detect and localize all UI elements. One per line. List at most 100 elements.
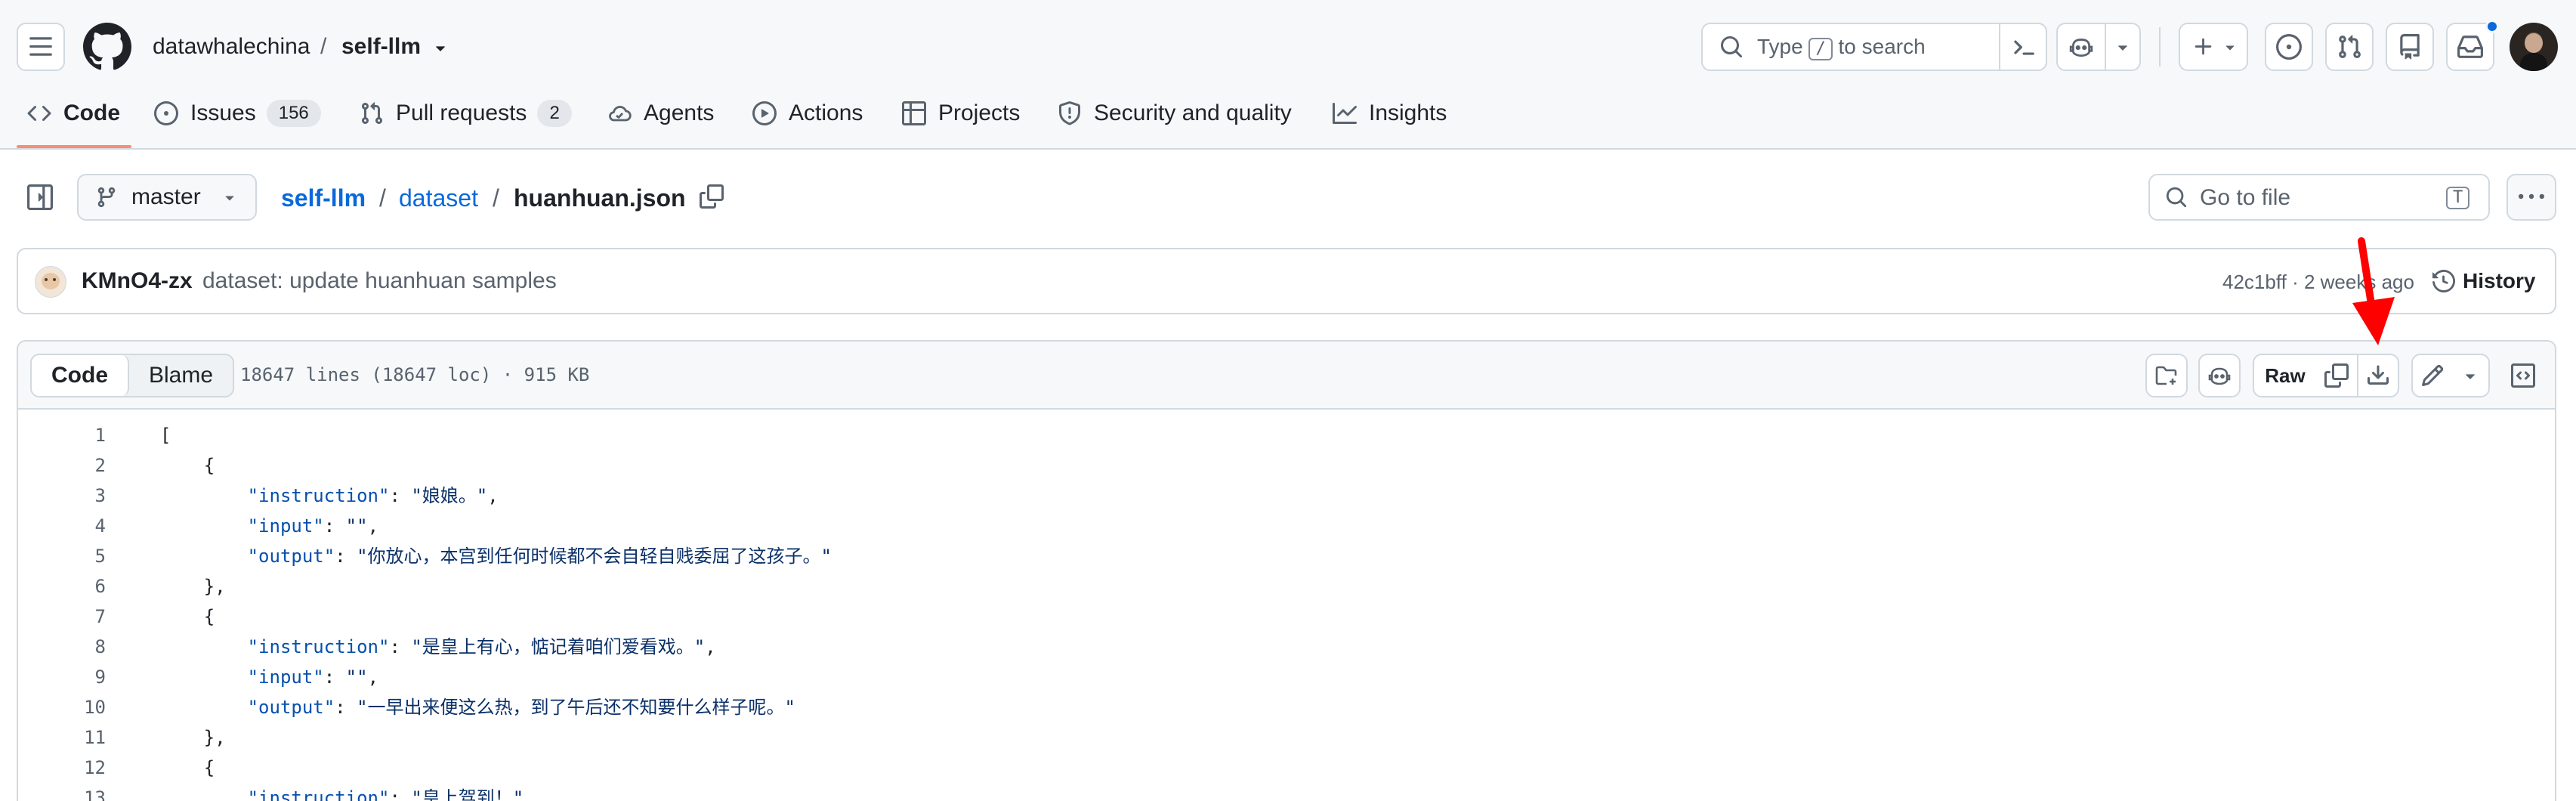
code-line: 12 { [18, 753, 2555, 783]
menu-button[interactable] [17, 23, 65, 71]
copy-raw-content-button[interactable] [2316, 354, 2358, 397]
agent-cloud-icon [607, 101, 632, 125]
breadcrumb-separator: / [379, 184, 386, 212]
line-number[interactable]: 9 [18, 662, 106, 692]
go-to-file-placeholder: Go to file [2200, 185, 2291, 210]
notification-dot [2485, 20, 2499, 33]
line-number[interactable]: 2 [18, 450, 106, 481]
search-shortcut-key: / [1808, 38, 1833, 60]
play-circle-icon [752, 101, 777, 125]
line-content: }, [160, 576, 226, 597]
tab-agents[interactable]: Agents [607, 94, 714, 133]
json-string-value: "娘娘。" [411, 485, 488, 506]
line-number[interactable]: 10 [18, 692, 106, 722]
sidebar-expand-icon[interactable] [27, 184, 53, 210]
tab-projects[interactable]: Projects [902, 94, 1020, 133]
json-string-value: "皇上驾到！" [411, 787, 524, 801]
tab-actions[interactable]: Actions [752, 94, 863, 133]
git-pull-request-icon [2337, 34, 2362, 60]
copy-path-icon[interactable] [700, 184, 724, 209]
go-to-file-input[interactable]: Go to file T [2148, 174, 2490, 221]
copy-icon [2324, 363, 2349, 388]
line-number[interactable]: 6 [18, 571, 106, 602]
symbols-panel-button[interactable] [2502, 354, 2544, 397]
pull-requests-button[interactable] [2325, 23, 2374, 71]
repo-dropdown-caret-icon[interactable] [431, 38, 450, 57]
json-string-value: "是皇上有心，惦记着咱们爱看戏。" [411, 636, 706, 657]
history-button[interactable]: History [2432, 264, 2535, 298]
tab-pull-requests[interactable]: Pull requests 2 [360, 94, 572, 133]
json-string-value: "" [345, 666, 368, 688]
json-key: "instruction" [247, 787, 390, 801]
tab-insights[interactable]: Insights [1333, 94, 1447, 133]
git-pull-request-icon [360, 101, 384, 125]
ask-copilot-button[interactable] [2198, 354, 2241, 397]
user-avatar[interactable] [2510, 23, 2558, 71]
repositories-button[interactable] [2386, 23, 2434, 71]
edit-options-menu-button[interactable] [2452, 354, 2490, 397]
command-palette-button[interactable] [1999, 23, 2047, 71]
global-search-input[interactable]: Type / to search [1701, 23, 2047, 71]
github-logo-icon[interactable] [83, 23, 131, 71]
tab-code-label: Code [63, 101, 120, 125]
line-content: "instruction": "皇上驾到！", [160, 783, 535, 801]
line-number[interactable]: 13 [18, 783, 106, 801]
issues-button[interactable] [2265, 23, 2313, 71]
repo-path-separator: / [320, 34, 327, 59]
hamburger-icon [28, 34, 54, 60]
author-avatar[interactable] [35, 266, 66, 298]
breadcrumb-folder-link[interactable]: dataset [399, 181, 478, 215]
latest-commit-bar: KMnO4-zx dataset: update huanhuan sample… [17, 248, 2556, 314]
tab-security-and-quality-label: Security and quality [1094, 101, 1292, 125]
branch-selector-button[interactable]: master [77, 174, 257, 221]
json-punctuation: , [705, 636, 716, 657]
commit-sha-link[interactable]: 42c1bff [2222, 271, 2287, 293]
code-line: 7 { [18, 602, 2555, 632]
line-number[interactable]: 12 [18, 753, 106, 783]
download-icon [2366, 363, 2390, 388]
terminal-icon [2010, 34, 2036, 60]
file-meta-info: 18647 lines (18647 loc) · 915 KB [240, 364, 590, 385]
raw-button-label: Raw [2265, 363, 2306, 387]
create-new-button[interactable] [2179, 23, 2248, 71]
line-content: "input": "", [247, 515, 379, 537]
file-viewer: Code Blame 18647 lines (18647 loc) · 915… [17, 340, 2556, 801]
tab-security-and-quality[interactable]: Security and quality [1058, 94, 1292, 133]
json-key: "output" [247, 546, 335, 567]
line-number[interactable]: 7 [18, 602, 106, 632]
tab-code[interactable]: Code [27, 94, 120, 133]
tab-insights-label: Insights [1369, 101, 1447, 125]
line-number[interactable]: 4 [18, 511, 106, 541]
copilot-menu-button[interactable] [2105, 23, 2141, 71]
copilot-button[interactable] [2056, 23, 2106, 71]
code-line: 9 "input": "", [18, 662, 2555, 692]
view-code-button[interactable]: Code [32, 355, 129, 396]
line-content: { [160, 455, 215, 476]
code-icon [27, 101, 51, 125]
history-icon [2432, 270, 2455, 292]
repo-owner-link[interactable]: datawhalechina [153, 32, 310, 62]
code-line: 11 }, [18, 722, 2555, 753]
json-string-value: "一早出来便这么热，到了午后还不知要什么样子呢。" [357, 697, 795, 718]
repo-name-link[interactable]: self-llm [341, 32, 421, 62]
commit-message-link[interactable]: dataset: update huanhuan samples [202, 266, 557, 296]
add-file-to-chat-button[interactable] [2145, 354, 2188, 397]
commit-author-link[interactable]: KMnO4-zx [82, 266, 193, 296]
edit-file-button[interactable] [2411, 354, 2454, 397]
line-number[interactable]: 5 [18, 541, 106, 571]
line-number[interactable]: 8 [18, 632, 106, 662]
breadcrumb-repo-link[interactable]: self-llm [281, 181, 366, 215]
issues-count-badge: 156 [266, 100, 321, 127]
branch-name: master [131, 184, 201, 209]
file-header: Code Blame 18647 lines (18647 loc) · 915… [18, 342, 2555, 410]
view-blame-button[interactable]: Blame [129, 355, 233, 396]
download-raw-file-button[interactable] [2357, 354, 2399, 397]
line-number[interactable]: 1 [18, 420, 106, 450]
raw-button[interactable]: Raw [2253, 354, 2318, 397]
copilot-icon [2068, 34, 2094, 60]
tab-issues[interactable]: Issues 156 [154, 94, 321, 133]
line-number[interactable]: 11 [18, 722, 106, 753]
json-string-value: "你放心，本宫到任何时候都不会自轻自贱委屈了这孩子。" [357, 546, 832, 567]
line-number[interactable]: 3 [18, 481, 106, 511]
more-options-button[interactable] [2507, 174, 2556, 221]
